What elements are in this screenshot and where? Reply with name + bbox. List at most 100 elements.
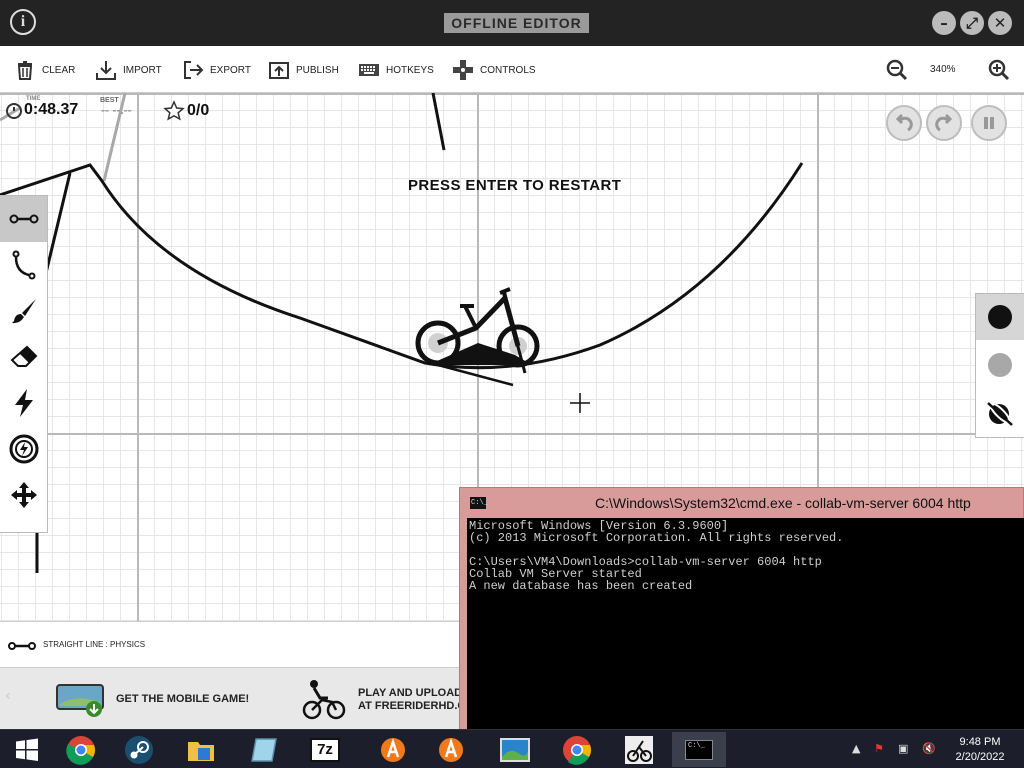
avast-icon[interactable] xyxy=(366,732,420,767)
file-explorer-icon[interactable] xyxy=(174,732,228,767)
cmd-window[interactable]: C:\_ C:\Windows\System32\cmd.exe - colla… xyxy=(459,487,1024,730)
avast-logo-icon xyxy=(439,737,463,762)
crosshair-cursor xyxy=(570,393,590,413)
redo-icon xyxy=(935,113,953,132)
physics-line-color[interactable] xyxy=(976,294,1024,340)
info-icon[interactable]: i xyxy=(10,9,36,35)
title-bar: i OFFLINE EDITOR – ⤢ ✕ xyxy=(0,0,1024,46)
move-icon xyxy=(10,482,37,508)
keyboard-icon xyxy=(359,64,379,76)
straight-line-icon xyxy=(9,214,38,224)
scenery-line-color[interactable] xyxy=(976,342,1024,388)
steam-logo-icon xyxy=(125,735,153,764)
eraser-icon xyxy=(10,345,37,367)
tool-palette xyxy=(0,195,48,533)
boost-tool[interactable] xyxy=(0,380,47,426)
minimize-icon[interactable]: – xyxy=(932,11,956,35)
rider-icon xyxy=(302,680,346,720)
publish-icon xyxy=(269,62,289,79)
folder-icon xyxy=(188,741,214,761)
cmd-title-bar[interactable]: C:\_ C:\Windows\System32\cmd.exe - colla… xyxy=(460,488,1024,518)
action-center-icon[interactable]: ⚑ xyxy=(874,742,884,755)
import-button[interactable]: IMPORT xyxy=(95,58,162,82)
rider-bike xyxy=(415,287,540,374)
import-icon xyxy=(96,61,116,80)
windows-logo-icon xyxy=(16,738,38,761)
export-icon xyxy=(184,61,204,79)
volume-muted-icon[interactable]: 🔇 xyxy=(922,742,936,755)
cmd-icon: C:\_ xyxy=(470,497,488,509)
avast-icon-2[interactable] xyxy=(424,732,478,767)
controls-button[interactable]: CONTROLS xyxy=(452,58,536,82)
chrome-canary-icon[interactable] xyxy=(550,732,604,767)
upload-text-line1[interactable]: PLAY AND UPLOAD xyxy=(358,687,462,700)
powerup-line-color[interactable] xyxy=(976,390,1024,436)
cmd-title: C:\Windows\System32\cmd.exe - collab-vm-… xyxy=(595,495,971,511)
import-label: IMPORT xyxy=(123,64,162,76)
fullscreen-icon[interactable]: ⤢ xyxy=(960,11,984,35)
best-value: -- --.-- xyxy=(101,103,132,117)
timer: 0:48.37 xyxy=(4,100,78,120)
taskbar: 7z C:\_ ▲ ⚑ ▣ 🔇 9:48 PM 2/20/2022 xyxy=(0,729,1024,768)
export-button[interactable]: EXPORT xyxy=(182,58,251,82)
chrome-logo-icon xyxy=(563,735,591,765)
avast-logo-icon xyxy=(381,737,405,762)
cmd-console[interactable]: Microsoft Windows [Version 6.3.9600] (c)… xyxy=(467,518,1024,730)
curve-tool[interactable] xyxy=(0,242,47,288)
move-tool[interactable] xyxy=(0,472,47,518)
chrome-icon[interactable] xyxy=(54,732,108,767)
brush-tool[interactable] xyxy=(0,288,47,334)
cmd-logo: C:\_ xyxy=(685,739,713,760)
eraser-tool[interactable] xyxy=(0,334,47,380)
app-title: OFFLINE EDITOR xyxy=(444,13,589,33)
clock-time: 9:48 PM xyxy=(959,736,1001,748)
line-type-palette xyxy=(975,293,1024,438)
cmd-taskbar-icon[interactable]: C:\_ xyxy=(672,732,726,767)
console-line: A new database has been created xyxy=(469,579,693,593)
7zip-logo: 7z xyxy=(310,737,340,762)
screen: i OFFLINE EDITOR – ⤢ ✕ CLEAR IMPORT EXPO… xyxy=(0,0,1024,768)
photos-logo-icon xyxy=(500,737,530,762)
straight-line-icon xyxy=(8,642,36,650)
zoom-level: 340% xyxy=(930,64,956,75)
export-label: EXPORT xyxy=(210,64,251,76)
clear-button[interactable]: CLEAR xyxy=(14,58,75,82)
star-icon xyxy=(163,100,185,121)
7zip-icon[interactable]: 7z xyxy=(298,732,352,767)
notepad-icon[interactable] xyxy=(238,732,292,767)
mobile-game-icon[interactable] xyxy=(56,684,106,718)
curve-icon xyxy=(12,250,35,280)
redo-button[interactable] xyxy=(926,105,962,141)
undo-button[interactable] xyxy=(886,105,922,141)
system-clock[interactable]: 9:48 PM 2/20/2022 xyxy=(944,735,1016,765)
photos-icon[interactable] xyxy=(488,732,542,767)
time-label: TIME xyxy=(26,96,41,102)
track-line xyxy=(431,93,446,151)
trash-icon xyxy=(17,61,33,80)
zoom-in-icon[interactable] xyxy=(988,59,1010,81)
show-hidden-icons[interactable]: ▲ xyxy=(852,742,860,755)
mobile-game-link[interactable]: GET THE MOBILE GAME! xyxy=(116,693,249,706)
chevron-left-icon[interactable]: ‹ xyxy=(5,688,11,704)
freerider-logo-icon xyxy=(625,735,653,764)
publish-button[interactable]: PUBLISH xyxy=(268,58,339,82)
zoom-out-icon[interactable] xyxy=(886,59,908,81)
upload-text-line2[interactable]: AT FREERIDERHD.CO xyxy=(358,700,474,713)
steam-icon[interactable] xyxy=(112,732,166,767)
pause-icon xyxy=(984,117,994,129)
brush-icon xyxy=(11,299,36,324)
console-line: (c) 2013 Microsoft Corporation. All righ… xyxy=(469,531,844,545)
lightning-icon xyxy=(14,389,33,417)
chrome-logo-icon xyxy=(66,735,95,765)
freerider-icon[interactable] xyxy=(612,732,666,767)
pause-button[interactable] xyxy=(971,105,1007,141)
network-icon[interactable]: ▣ xyxy=(898,742,908,755)
hotkeys-button[interactable]: HOTKEYS xyxy=(358,58,434,82)
straight-line-tool[interactable] xyxy=(0,196,47,242)
close-icon[interactable]: ✕ xyxy=(988,11,1012,35)
notepad-logo-icon xyxy=(251,737,277,762)
clear-label: CLEAR xyxy=(42,64,76,76)
slow-motion-tool[interactable] xyxy=(0,426,47,472)
star-counter: 0/0 xyxy=(163,100,209,122)
start-button[interactable] xyxy=(0,732,54,767)
